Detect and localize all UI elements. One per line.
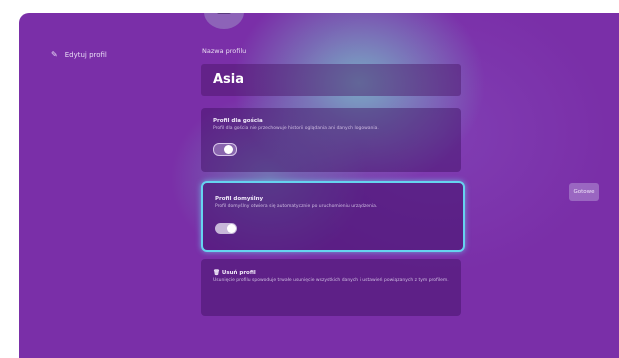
delete-profile-card[interactable]: 🗑 Usuń profil Usunięcie profilu spowoduj… (201, 259, 461, 316)
avatar-icon (217, 13, 231, 14)
pencil-icon: ✎ (51, 50, 58, 59)
profile-name-field[interactable]: Asia (201, 64, 461, 96)
default-profile-description: Profil domyślny otwiera się automatyczni… (215, 204, 378, 209)
default-profile-card[interactable]: Profil domyślny Profil domyślny otwiera … (201, 181, 465, 252)
guest-profile-card[interactable]: Profil dla gościa Profil dla gościa nie … (201, 108, 461, 172)
trash-icon: 🗑 (213, 270, 220, 276)
profile-name-value: Asia (213, 72, 245, 87)
sidebar-item-edit-profile[interactable]: ✎ Edytuj profil (51, 50, 107, 59)
guest-profile-description: Profil dla gościa nie przechowuje histor… (213, 126, 379, 131)
delete-profile-label: Usuń profil (221, 270, 256, 276)
toggle-knob (227, 224, 236, 233)
toggle-knob (224, 145, 233, 154)
delete-profile-title: 🗑 Usuń profil (213, 270, 256, 276)
default-profile-title: Profil domyślny (215, 196, 264, 202)
profile-name-label: Nazwa profilu (202, 47, 247, 55)
delete-profile-description: Usunięcie profilu spowoduje trwałe usuni… (213, 278, 449, 283)
sidebar-item-label: Edytuj profil (64, 50, 107, 59)
done-button[interactable]: Gotowe (569, 183, 599, 201)
profile-avatar[interactable] (204, 13, 244, 29)
guest-profile-title: Profil dla gościa (213, 118, 263, 124)
profile-editor-screen: ✎ Edytuj profil Nazwa profilu Asia Profi… (19, 13, 619, 358)
default-profile-toggle[interactable] (215, 223, 237, 234)
guest-profile-toggle[interactable] (213, 143, 237, 156)
